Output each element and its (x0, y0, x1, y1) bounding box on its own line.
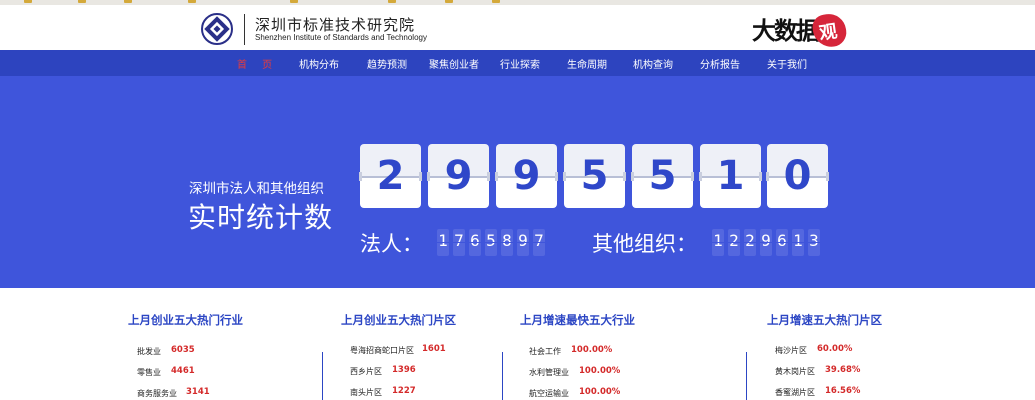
legal-digit: 8 (501, 229, 513, 256)
ranking-item-name[interactable]: 水利管理业 (529, 367, 569, 378)
counter-digit: 9 (495, 144, 558, 208)
bookmark-folder-icon[interactable] (445, 0, 453, 3)
rankings-section: 上月创业五大热门行业 批发业 6035 零售业 4461 商务服务业 3141 … (0, 288, 1035, 400)
realtime-stats-banner: 深圳市法人和其他组织 实时统计数 2 9 9 5 5 1 0 法人： 1 7 6… (0, 76, 1035, 288)
ranking-item-name[interactable]: 商务服务业 (137, 388, 177, 399)
legal-digit: 5 (485, 229, 497, 256)
institute-logo-icon[interactable] (201, 13, 233, 45)
ranking-item-name[interactable]: 梅沙片区 (775, 345, 807, 356)
ranking-title-fastest-districts: 上月增速五大热门片区 (767, 313, 882, 327)
nav-institution-query[interactable]: 机构查询 (633, 56, 673, 71)
other-org-digit: 9 (760, 229, 772, 256)
ranking-item-name[interactable]: 黄木岗片区 (775, 366, 815, 377)
nav-entrepreneurs[interactable]: 聚焦创业者 (429, 56, 479, 71)
counter-digit: 9 (427, 144, 490, 208)
counter-digit-value: 9 (512, 153, 541, 199)
other-org-digit: 1 (712, 229, 724, 256)
ranking-item-value: 100.00% (571, 345, 613, 355)
nav-industry-explore[interactable]: 行业探索 (500, 56, 540, 71)
ranking-item-value: 100.00% (579, 366, 621, 376)
other-org-digit: 3 (808, 229, 820, 256)
other-org-digit: 6 (776, 229, 788, 256)
org-name-en: Shenzhen Institute of Standards and Tech… (255, 33, 427, 42)
counter-digit: 0 (766, 144, 829, 208)
ranking-item-value: 1227 (392, 386, 416, 396)
counter-digit-value: 9 (444, 153, 473, 199)
hero-title: 实时统计数 (188, 201, 334, 234)
ranking-item-value: 6035 (171, 345, 195, 355)
other-org-digit: 2 (744, 229, 756, 256)
bookmark-folder-icon[interactable] (78, 0, 86, 3)
legal-digit: 1 (437, 229, 449, 256)
legal-digit: 6 (469, 229, 481, 256)
ranking-title-fastest-industries: 上月增速最快五大行业 (520, 313, 635, 327)
ranking-item-name[interactable]: 香蜜湖片区 (775, 387, 815, 398)
counter-digit-value: 1 (716, 153, 745, 199)
legal-digit: 7 (453, 229, 465, 256)
ranking-item-value: 1396 (392, 365, 416, 375)
ranking-item-value: 3141 (186, 387, 210, 397)
nav-life-cycle[interactable]: 生命周期 (567, 56, 607, 71)
legal-digit: 7 (533, 229, 545, 256)
ranking-item-name[interactable]: 社会工作 (529, 346, 561, 357)
ranking-item-value: 16.56% (825, 386, 861, 396)
ranking-item-value: 60.00% (817, 344, 853, 354)
ranking-item-name[interactable]: 批发业 (137, 346, 161, 357)
ranking-divider (502, 352, 503, 400)
brand-seal-text: 观 (817, 21, 839, 45)
bookmark-folder-icon[interactable] (388, 0, 396, 3)
counter-digit: 5 (563, 144, 626, 208)
counter-digit-value: 5 (580, 153, 609, 199)
nav-analysis-report[interactable]: 分析报告 (700, 56, 740, 71)
counter-digit-value: 0 (783, 153, 812, 199)
other-org-digit: 2 (728, 229, 740, 256)
bookmark-folder-icon[interactable] (290, 0, 298, 3)
ranking-divider (322, 352, 323, 400)
ranking-divider (746, 352, 747, 400)
other-org-digit: 1 (792, 229, 804, 256)
bookmark-folder-icon[interactable] (188, 0, 196, 3)
hero-subtitle: 深圳市法人和其他组织 (189, 181, 324, 197)
ranking-item-name[interactable]: 粤海招商蛇口片区 (350, 345, 414, 356)
nav-about-us[interactable]: 关于我们 (767, 56, 807, 71)
counter-digit: 5 (631, 144, 694, 208)
legal-entity-label: 法人： (360, 232, 423, 256)
counter-digit-value: 2 (376, 153, 405, 199)
nav-home[interactable]: 首 页 (237, 56, 278, 71)
org-name-cn: 深圳市标准技术研究院 (255, 16, 416, 34)
site-header: 深圳市标准技术研究院 Shenzhen Institute of Standar… (0, 5, 1035, 50)
ranking-item-value: 39.68% (825, 365, 861, 375)
ranking-item-name[interactable]: 南头片区 (350, 387, 382, 398)
brand-logo-text: 大数据 (752, 16, 820, 45)
legal-digit: 9 (517, 229, 529, 256)
ranking-item-value: 1601 (422, 344, 446, 354)
logo-divider (244, 14, 245, 45)
main-nav: 首 页 机构分布 趋势预测 聚焦创业者 行业探索 生命周期 机构查询 分析报告 … (0, 50, 1035, 76)
other-org-label: 其他组织： (592, 232, 697, 256)
nav-institution-distribution[interactable]: 机构分布 (299, 56, 339, 71)
bookmark-folder-icon[interactable] (492, 0, 500, 3)
nav-trend-forecast[interactable]: 趋势预测 (367, 56, 407, 71)
bookmark-folder-icon[interactable] (124, 0, 132, 3)
ranking-item-value: 4461 (171, 366, 195, 376)
bookmark-folder-icon[interactable] (24, 0, 32, 3)
ranking-item-name[interactable]: 西乡片区 (350, 366, 382, 377)
counter-digit-value: 5 (648, 153, 677, 199)
counter-digit: 1 (699, 144, 762, 208)
ranking-item-name[interactable]: 零售业 (137, 367, 161, 378)
ranking-item-value: 100.00% (579, 387, 621, 397)
counter-digit: 2 (359, 144, 422, 208)
ranking-title-hot-districts: 上月创业五大热门片区 (341, 313, 456, 327)
ranking-title-hot-industries: 上月创业五大热门行业 (128, 313, 243, 327)
ranking-item-name[interactable]: 航空运输业 (529, 388, 569, 399)
